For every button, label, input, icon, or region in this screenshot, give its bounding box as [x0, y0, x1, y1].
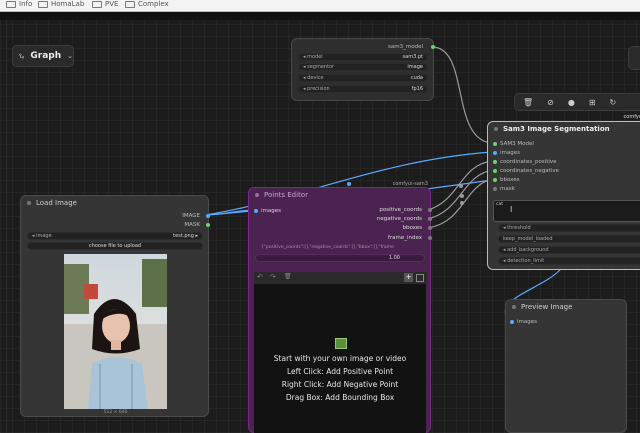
input-label: images — [500, 150, 520, 156]
image-size-caption: 512 × 640 — [103, 410, 128, 415]
points-json-preview: {"positive_coords":[],"negative_coords":… — [261, 245, 394, 250]
model-widget[interactable]: ◂ model sam3.pt — [298, 53, 428, 61]
detection-limit-widget[interactable]: ◂ detection_limit — [498, 257, 640, 265]
instruction-line: Left Click: Add Positive Point — [286, 367, 394, 376]
image-file-widget[interactable]: ◂ image test.png ▸ — [27, 232, 203, 240]
grid-icon[interactable]: ⊞ — [589, 98, 596, 107]
text-prompt-input[interactable]: cat I — [493, 200, 640, 222]
input-label: images — [261, 208, 281, 214]
input-socket[interactable] — [493, 151, 497, 155]
selection-toolbar: 🗑 ⊘ ● ⊞ ↻ — [514, 93, 640, 111]
input-label: coordinates_positive — [500, 159, 557, 165]
input-label: images — [517, 319, 537, 325]
precision-widget[interactable]: ◂ precision fp16 — [298, 85, 428, 93]
output-socket[interactable] — [206, 223, 210, 227]
instruction-line: Drag Box: Add Bounding Box — [285, 393, 395, 402]
output-label: frame_index — [387, 235, 422, 241]
collapse-dot-icon[interactable] — [27, 201, 31, 205]
input-label: coordinates_negative — [500, 168, 560, 174]
output-label: sam3_model — [388, 44, 423, 50]
output-label: negative_coords — [376, 216, 422, 222]
refresh-icon[interactable]: ↻ — [610, 98, 617, 107]
node-title: Points Editor — [264, 191, 308, 199]
link-midpoint — [460, 201, 464, 205]
trash-icon[interactable]: 🗑 — [523, 98, 533, 107]
load-image-node[interactable]: Load Image IMAGE MASK ◂ image test.png ▸ … — [20, 195, 210, 417]
editor-toolbar: ↶ ↷ 🗑 + — [254, 272, 427, 284]
add-icon[interactable]: + — [404, 273, 413, 282]
keep-model-loaded-widget[interactable]: keep_model_loaded — [498, 235, 640, 243]
sam3-segmentation-node[interactable]: Sam3 Image Segmentation comfyu SAM3 Mode… — [487, 114, 640, 270]
input-label: SAM3 Model — [500, 141, 534, 147]
sam3-model-loader-node[interactable]: sam3_model ◂ model sam3.pt ◂ segmentor ima… — [291, 38, 435, 101]
upload-button[interactable]: choose file to upload — [27, 242, 203, 250]
input-socket[interactable] — [493, 178, 497, 182]
input-socket[interactable] — [493, 187, 497, 191]
link-midpoint — [347, 182, 351, 186]
node-title: Sam3 Image Segmentation — [503, 125, 610, 133]
output-label: MASK — [184, 222, 200, 228]
output-label: bboxes — [402, 225, 422, 231]
node-title: Load Image — [36, 199, 77, 207]
input-socket[interactable] — [493, 169, 497, 173]
output-label: IMAGE — [182, 213, 200, 219]
add-background-widget[interactable]: ◂ add_background — [498, 246, 640, 254]
node-header: Preview Image — [506, 300, 626, 314]
undo-icon[interactable]: ↶ — [257, 273, 263, 281]
link-midpoint — [460, 194, 464, 198]
threshold-widget[interactable]: ◂ threshold — [498, 224, 640, 232]
collapse-dot-icon[interactable] — [512, 305, 516, 309]
input-socket[interactable] — [493, 142, 497, 146]
input-socket[interactable] — [254, 209, 258, 213]
collapse-dot-icon[interactable] — [494, 127, 498, 131]
link-midpoint — [459, 184, 463, 188]
fit-icon[interactable] — [416, 274, 424, 282]
output-socket[interactable] — [431, 45, 435, 49]
image-placeholder-icon — [335, 338, 347, 349]
collapse-dot-icon[interactable] — [255, 193, 259, 197]
output-socket[interactable] — [428, 217, 432, 221]
bypass-icon[interactable]: ⊘ — [547, 98, 554, 107]
text-prompt-value: cat — [496, 202, 503, 207]
output-socket[interactable] — [428, 226, 432, 230]
output-socket[interactable] — [428, 236, 432, 240]
node-header: Points Editor — [249, 188, 430, 202]
output-socket[interactable] — [206, 214, 210, 218]
input-socket[interactable] — [493, 160, 497, 164]
output-socket[interactable] — [428, 208, 432, 212]
segmentor-widget[interactable]: ◂ segmentor image — [298, 63, 428, 71]
image-preview — [64, 254, 167, 409]
frame-value-widget[interactable]: 1.00 — [255, 254, 425, 262]
node-header: Sam3 Image Segmentation — [488, 122, 640, 136]
device-widget[interactable]: ◂ device cuda — [298, 74, 428, 82]
link-negative — [427, 169, 493, 220]
link-sam3-model — [431, 46, 493, 144]
input-label: mask — [500, 186, 515, 192]
redo-icon[interactable]: ↷ — [270, 273, 276, 281]
preview-image-node[interactable]: Preview Image images — [505, 299, 627, 433]
input-label: bboxes — [500, 177, 520, 183]
input-socket[interactable] — [510, 320, 514, 324]
text-cursor-icon: I — [510, 205, 513, 214]
node-badge: comfyui-sam3 — [392, 181, 428, 187]
instruction-line: Start with your own image or video — [273, 354, 407, 363]
output-label: positive_coords — [379, 207, 422, 213]
color-icon[interactable]: ● — [568, 98, 575, 107]
trash-icon[interactable]: 🗑 — [284, 273, 292, 280]
node-title: Preview Image — [521, 303, 573, 311]
node-header: Load Image — [21, 196, 208, 210]
instruction-line: Right Click: Add Negative Point — [281, 380, 399, 389]
node-badge: comfyu — [623, 114, 640, 120]
